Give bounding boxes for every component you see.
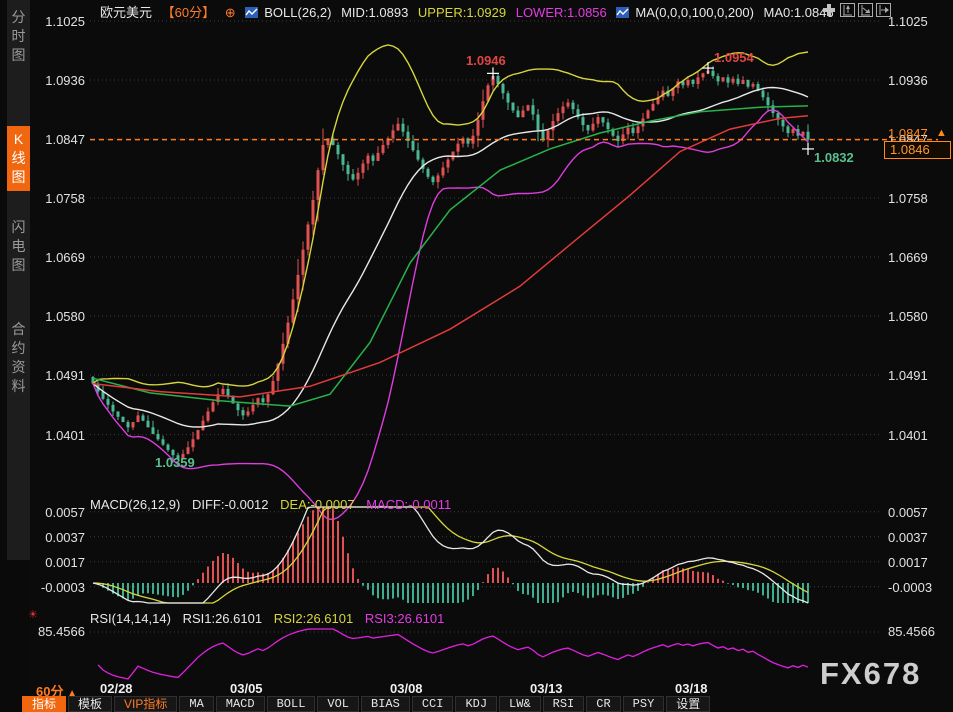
date-tick-03/18: 03/18 — [675, 681, 708, 696]
toolbar-item-LW&[interactable]: LW& — [499, 696, 541, 712]
price-up-arrow-icon: ▲ — [936, 127, 947, 139]
rsi3-value: RSI3:26.6101 — [365, 611, 445, 626]
sidebar-background — [7, 0, 30, 560]
axis-label: 1.0669 — [888, 250, 944, 265]
macd-dea-value: DEA:-0.0007 — [280, 497, 354, 512]
rsi-panel-header: RSI(14,14,14) RSI1:26.6101 RSI2:26.6101 … — [90, 611, 452, 626]
toolbar-item-VOL[interactable]: VOL — [317, 696, 359, 712]
axis-label: 1.0936 — [888, 73, 944, 88]
axis-label: 0.0017 — [888, 555, 944, 570]
axis-label: -0.0003 — [29, 580, 85, 595]
x-axis-zoom-icon[interactable] — [858, 3, 873, 17]
toolbar-item-BIAS[interactable]: BIAS — [361, 696, 410, 712]
axis-label: 0.0037 — [29, 530, 85, 545]
sidebar: 分 时 图 K 线 图闪 电 图合 约 资 料 — [0, 0, 30, 712]
toolbar-item-MA[interactable]: MA — [179, 696, 213, 712]
period-label[interactable]: 【60分】 — [162, 5, 215, 20]
chart-canvas[interactable] — [0, 0, 953, 712]
axis-label: -0.0003 — [888, 580, 944, 595]
macd-panel-header: MACD(26,12,9) DIFF:-0.0012 DEA:-0.0007 M… — [90, 497, 459, 512]
toolbar-item-指标[interactable]: 指标 — [22, 696, 66, 712]
boll-upper-value: UPPER:1.0929 — [418, 5, 506, 20]
boll-indicator-icon[interactable] — [245, 6, 258, 17]
chart-header: 欧元美元 【60分】 ⊕ BOLL(26,2) MID:1.0893 UPPER… — [100, 2, 840, 20]
axis-label: 1.0758 — [29, 191, 85, 206]
toolbar-item-设置[interactable]: 设置 — [666, 696, 710, 712]
axis-label: 1.0580 — [29, 309, 85, 324]
boll-lower-value: LOWER:1.0856 — [516, 5, 607, 20]
alert-blink-icon: ☀ — [28, 608, 38, 621]
axis-label: 1.1025 — [29, 14, 85, 29]
sidebar-tab-1[interactable]: K 线 图 — [7, 126, 30, 191]
date-tick-03/08: 03/08 — [390, 681, 423, 696]
toolbar-item-BOLL[interactable]: BOLL — [267, 696, 316, 712]
chart-tool-icons — [822, 3, 891, 18]
axis-label: 85.4566 — [888, 624, 944, 639]
crosshair-icon[interactable] — [822, 3, 837, 17]
axis-label: 1.1025 — [888, 14, 944, 29]
axis-label: 1.0401 — [888, 428, 944, 443]
sidebar-tab-2[interactable]: 闪 电 图 — [7, 214, 30, 279]
indicator-toolbar: 指标模板VIP指标MAMACDBOLLVOLBIASCCIKDJLW&RSICR… — [22, 696, 712, 712]
axis-label: 1.0669 — [29, 250, 85, 265]
axis-label: 0.0017 — [29, 555, 85, 570]
crosshair-toggle-icon[interactable]: ⊕ — [225, 5, 236, 20]
trading-app-window: 分 时 图 K 线 图闪 电 图合 约 资 料 ☀ 欧元美元 【60分】 ⊕ BO… — [0, 0, 953, 712]
rsi1-value: RSI1:26.6101 — [183, 611, 263, 626]
date-tick-02/28: 02/28 — [100, 681, 133, 696]
axis-label: 1.0580 — [888, 309, 944, 324]
toolbar-item-KDJ[interactable]: KDJ — [455, 696, 497, 712]
axis-label: 0.0057 — [29, 505, 85, 520]
toolbar-item-模板[interactable]: 模板 — [68, 696, 112, 712]
axis-label: 0.0037 — [888, 530, 944, 545]
toolbar-item-VIP指标[interactable]: VIP指标 — [114, 696, 177, 712]
sidebar-tab-0[interactable]: 分 时 图 — [7, 4, 30, 69]
macd-title: MACD(26,12,9) — [90, 497, 180, 512]
symbol-title: 欧元美元 — [100, 5, 152, 20]
ma-indicator-icon[interactable] — [616, 6, 629, 17]
toolbar-item-RSI[interactable]: RSI — [543, 696, 585, 712]
high-label-1: 1.0946 — [466, 53, 506, 68]
axis-label: 0.0057 — [888, 505, 944, 520]
axis-label: 1.0758 — [888, 191, 944, 206]
toolbar-item-MACD[interactable]: MACD — [216, 696, 265, 712]
axis-label: 85.4566 — [29, 624, 85, 639]
low-label-1: 1.0359 — [155, 455, 195, 470]
last-low-label: 1.0832 — [814, 150, 854, 165]
boll-label: BOLL(26,2) — [264, 5, 331, 20]
date-tick-03/05: 03/05 — [230, 681, 263, 696]
rsi-title: RSI(14,14,14) — [90, 611, 171, 626]
axis-label: 1.0491 — [888, 368, 944, 383]
axis-label: 1.0491 — [29, 368, 85, 383]
axis-label: 1.0936 — [29, 73, 85, 88]
date-tick-03/13: 03/13 — [530, 681, 563, 696]
current-price-box: 1.0846 — [884, 141, 951, 159]
ma-label: MA(0,0,0,100,0,200) — [635, 5, 754, 20]
macd-diff-value: DIFF:-0.0012 — [192, 497, 269, 512]
y-axis-zoom-icon[interactable] — [840, 3, 855, 17]
axis-label: 1.0847 — [29, 132, 85, 147]
macd-hist-value: MACD:-0.0011 — [366, 497, 451, 512]
sidebar-tab-3[interactable]: 合 约 资 料 — [7, 316, 30, 400]
toolbar-item-CCI[interactable]: CCI — [412, 696, 454, 712]
axis-label: 1.0401 — [29, 428, 85, 443]
rsi2-value: RSI2:26.6101 — [274, 611, 354, 626]
toolbar-item-CR[interactable]: CR — [586, 696, 620, 712]
high-label-2: 1.0954 — [714, 50, 754, 65]
boll-mid-value: MID:1.0893 — [341, 5, 408, 20]
watermark-logo: FX678 — [820, 656, 921, 692]
toolbar-item-PSY[interactable]: PSY — [623, 696, 665, 712]
